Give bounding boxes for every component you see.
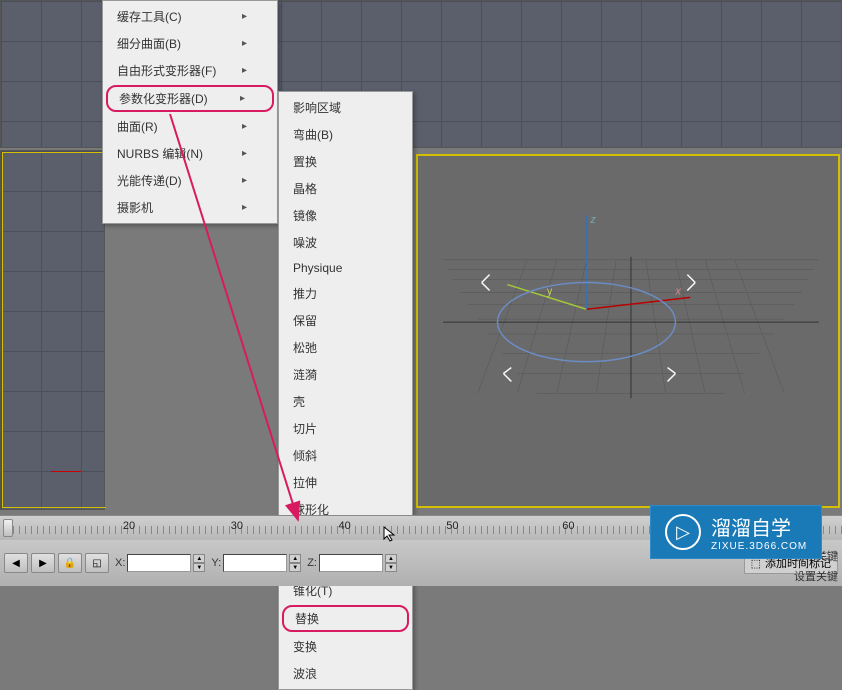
context-menu-sub[interactable]: 影响区域 弯曲(B) 置换 晶格 镜像 噪波 Physique 推力 保留 松弛… <box>278 91 413 690</box>
axis-x-label: x <box>674 285 681 297</box>
menu-displace[interactable]: 置换 <box>279 148 412 175</box>
menu-push[interactable]: 推力 <box>279 280 412 307</box>
axis-z-label: z <box>589 214 596 226</box>
coord-x: X: ▲▼ <box>115 554 205 572</box>
menu-radiosity[interactable]: 光能传递(D) <box>103 167 277 194</box>
menu-slice[interactable]: 切片 <box>279 415 412 442</box>
menu-relax[interactable]: 松弛 <box>279 334 412 361</box>
viewport-front[interactable] <box>0 150 105 510</box>
menu-noise[interactable]: 噪波 <box>279 229 412 256</box>
menu-lattice[interactable]: 晶格 <box>279 175 412 202</box>
set-key-label[interactable]: 设置关键 <box>794 568 838 584</box>
coord-y-spinner[interactable]: ▲▼ <box>289 554 301 572</box>
timeline-tick: 20 <box>123 520 135 532</box>
coord-z-input[interactable] <box>319 554 383 572</box>
menu-cache-tools[interactable]: 缓存工具(C) <box>103 3 277 30</box>
timeline-tick: 30 <box>231 520 243 532</box>
active-border <box>2 152 106 508</box>
coord-x-spinner[interactable]: ▲▼ <box>193 554 205 572</box>
timeline-tick: 60 <box>562 520 574 532</box>
axis-y-label: y <box>547 285 553 297</box>
coord-x-input[interactable] <box>127 554 191 572</box>
selection-button[interactable]: ◱ <box>85 553 109 573</box>
nav-prev-button[interactable]: ◀ <box>4 553 28 573</box>
menu-substitute[interactable]: 替换 <box>282 605 409 632</box>
menu-preserve[interactable]: 保留 <box>279 307 412 334</box>
menu-bend[interactable]: 弯曲(B) <box>279 121 412 148</box>
menu-subdivision[interactable]: 细分曲面(B) <box>103 30 277 57</box>
menu-affect-region[interactable]: 影响区域 <box>279 94 412 121</box>
play-icon: ▷ <box>665 514 701 550</box>
menu-skew[interactable]: 倾斜 <box>279 442 412 469</box>
menu-parametric-deformers[interactable]: 参数化变形器(D) <box>106 85 274 112</box>
coord-z: Z: ▲▼ <box>307 554 397 572</box>
context-menu-main[interactable]: 缓存工具(C) 细分曲面(B) 自由形式变形器(F) 参数化变形器(D) 曲面(… <box>102 0 278 224</box>
menu-ripple[interactable]: 涟漪 <box>279 361 412 388</box>
nav-next-button[interactable]: ▶ <box>31 553 55 573</box>
menu-nurbs-edit[interactable]: NURBS 编辑(N) <box>103 140 277 167</box>
timeline-tick: 50 <box>446 520 458 532</box>
menu-xform[interactable]: 变换 <box>279 633 412 660</box>
menu-wave[interactable]: 波浪 <box>279 660 412 687</box>
menu-stretch[interactable]: 拉伸 <box>279 469 412 496</box>
menu-mirror[interactable]: 镜像 <box>279 202 412 229</box>
axis-x-line <box>51 471 81 472</box>
coord-y: Y: ▲▼ <box>211 554 301 572</box>
coord-z-spinner[interactable]: ▲▼ <box>385 554 397 572</box>
menu-cameras[interactable]: 摄影机 <box>103 194 277 221</box>
lock-button[interactable]: 🔒 <box>58 553 82 573</box>
viewport-perspective[interactable]: y x z <box>416 154 840 508</box>
timeline-tick: 40 <box>338 520 350 532</box>
watermark: ▷ 溜溜自学 ZIXUE.3D66.COM <box>650 505 822 559</box>
menu-shell[interactable]: 壳 <box>279 388 412 415</box>
mouse-cursor <box>382 525 400 543</box>
menu-physique[interactable]: Physique <box>279 256 412 280</box>
coord-y-input[interactable] <box>223 554 287 572</box>
menu-surface[interactable]: 曲面(R) <box>103 113 277 140</box>
perspective-grid: y x z <box>418 156 838 506</box>
timeline-scrubber[interactable] <box>3 519 13 537</box>
menu-freeform-deformers[interactable]: 自由形式变形器(F) <box>103 57 277 84</box>
